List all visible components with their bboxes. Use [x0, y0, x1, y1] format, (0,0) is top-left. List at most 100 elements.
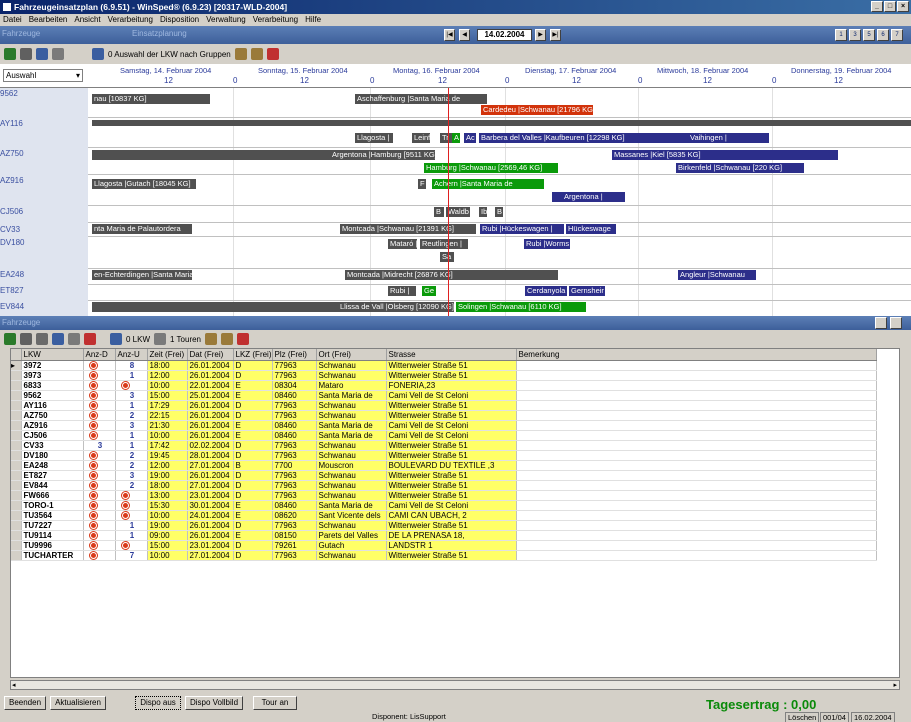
print-icon[interactable]	[20, 48, 32, 60]
lkw-cell[interactable]: TUCHARTER	[21, 550, 84, 561]
table-row[interactable]: EV844 2 18:00 27.01.2004 D 77963 Schwanau Witte…	[11, 480, 877, 491]
dat-cell[interactable]: 26.01.2004	[187, 370, 234, 381]
plz-cell[interactable]: 77963	[272, 400, 317, 411]
zeit-cell[interactable]: 10:00	[147, 510, 188, 521]
ort-cell[interactable]: Schwanau	[316, 440, 387, 451]
column-header[interactable]: Bemerkung	[516, 349, 877, 361]
strasse-cell[interactable]: Wittenweier Straße 51	[386, 370, 517, 381]
first-arrow-icon[interactable]: |◀	[444, 29, 455, 41]
list-icon[interactable]	[52, 48, 64, 60]
strasse-cell[interactable]: Cami Vell de St Celoni	[386, 430, 517, 441]
plz-cell[interactable]: 77963	[272, 360, 317, 371]
strasse-cell[interactable]: Wittenweier Straße 51	[386, 520, 517, 531]
anz-u-cell[interactable]	[115, 490, 148, 501]
anz-u-cell[interactable]: 2	[115, 450, 148, 461]
anz-u-cell[interactable]: 2	[115, 410, 148, 421]
minimize-button[interactable]: _	[871, 1, 883, 12]
ort-cell[interactable]: Schwanau	[316, 550, 387, 561]
refresh-icon[interactable]	[4, 333, 16, 345]
zeit-cell[interactable]: 15:30	[147, 500, 188, 511]
zeit-cell[interactable]: 10:00	[147, 430, 188, 441]
dat-cell[interactable]: 27.01.2004	[187, 480, 234, 491]
row-selector[interactable]	[11, 490, 22, 501]
anz-d-cell[interactable]	[83, 510, 116, 521]
column-header[interactable]: Strasse	[386, 349, 517, 361]
row-selector[interactable]	[11, 410, 22, 421]
dat-cell[interactable]: 26.01.2004	[187, 410, 234, 421]
table-row[interactable]: DV180 2 19:45 28.01.2004 D 77963 Schwanau Witte…	[11, 450, 877, 461]
table-row[interactable]: ET827 3 19:00 26.01.2004 D 77963 Schwanau Witte…	[11, 470, 877, 481]
tour-bar[interactable]: Vaihingen |	[635, 133, 769, 143]
vehicle-label[interactable]: DV180	[0, 238, 24, 247]
tour-bar[interactable]: Reutlingen |	[420, 239, 468, 249]
row-selector[interactable]	[11, 440, 22, 451]
last-arrow-icon[interactable]: ▶|	[550, 29, 561, 41]
touren-icon[interactable]	[154, 333, 167, 345]
tour-bar[interactable]: F	[418, 179, 426, 189]
lkw-cell[interactable]: CJ506	[21, 430, 84, 441]
tour-bar[interactable]	[92, 150, 337, 160]
anz-u-cell[interactable]: 7	[115, 550, 148, 561]
dat-cell[interactable]: 26.01.2004	[187, 360, 234, 371]
vehicle-label[interactable]: AY116	[0, 119, 23, 128]
row-selector[interactable]	[11, 430, 22, 441]
plz-cell[interactable]: 08150	[272, 530, 317, 541]
plz-cell[interactable]: 7700	[272, 460, 317, 471]
table-row[interactable]: CJ506 1 10:00 26.01.2004 E 08460 Santa Maria d…	[11, 430, 877, 441]
row-selector[interactable]	[11, 370, 22, 381]
anz-u-cell[interactable]: 2	[115, 480, 148, 491]
zeit-cell[interactable]: 15:00	[147, 540, 188, 551]
dat-cell[interactable]: 27.01.2004	[187, 550, 234, 561]
vehicle-label[interactable]: AZ750	[0, 149, 24, 158]
tour-bar[interactable]: B	[434, 207, 444, 217]
truck-icon[interactable]	[36, 48, 48, 60]
anz-d-cell[interactable]	[83, 390, 116, 401]
open-icon[interactable]	[36, 333, 48, 345]
tour-bar[interactable]: Gernsheir	[569, 286, 605, 296]
lkw-cell[interactable]: TU3564	[21, 510, 84, 521]
lkz-cell[interactable]: D	[233, 480, 273, 491]
lkw-cell[interactable]: 3972	[21, 360, 84, 371]
touren-tab[interactable]: 1 Touren	[170, 335, 201, 344]
lkw-tab[interactable]: 0 LKW	[126, 335, 150, 344]
tour-bar[interactable]: nau [10837 KG]	[92, 94, 210, 104]
ort-cell[interactable]: Schwanau	[316, 400, 387, 411]
strasse-cell[interactable]: FONERIA,23	[386, 380, 517, 391]
tour-bar[interactable]: Rubi |Worms	[524, 239, 570, 249]
lkz-cell[interactable]: D	[233, 540, 273, 551]
lkw-cell[interactable]: TU7227	[21, 520, 84, 531]
ort-cell[interactable]: Schwanau	[316, 410, 387, 421]
column-header[interactable]: LKZ (Frei)	[233, 349, 273, 361]
dat-cell[interactable]: 28.01.2004	[187, 450, 234, 461]
zeit-cell[interactable]: 19:45	[147, 450, 188, 461]
lkw-cell[interactable]: ET827	[21, 470, 84, 481]
row-selector[interactable]	[11, 550, 22, 561]
lkw-cell[interactable]: AZ750	[21, 410, 84, 421]
menu-hilfe[interactable]: Hilfe	[305, 14, 321, 26]
lkz-cell[interactable]: D	[233, 550, 273, 561]
bemerkung-cell[interactable]	[516, 360, 877, 371]
truck-icon[interactable]	[52, 333, 64, 345]
vehicle-label[interactable]: AZ916	[0, 176, 24, 185]
anz-d-cell[interactable]	[83, 380, 116, 391]
plz-cell[interactable]: 77963	[272, 370, 317, 381]
bemerkung-cell[interactable]	[516, 370, 877, 381]
dat-cell[interactable]: 02.02.2004	[187, 440, 234, 451]
table-row[interactable]: TUCHARTER 7 10:00 27.01.2004 D 77963 Schwanau W…	[11, 550, 877, 561]
anz-d-cell[interactable]	[83, 360, 116, 371]
lkz-cell[interactable]: D	[233, 450, 273, 461]
plz-cell[interactable]: 77963	[272, 470, 317, 481]
zeit-cell[interactable]: 10:00	[147, 380, 188, 391]
plz-cell[interactable]: 79261	[272, 540, 317, 551]
anz-d-cell[interactable]	[83, 450, 116, 461]
bemerkung-cell[interactable]	[516, 410, 877, 421]
dispo-vollbild-button[interactable]: Dispo Vollbild	[185, 696, 243, 710]
dat-cell[interactable]: 26.01.2004	[187, 420, 234, 431]
dat-cell[interactable]: 22.01.2004	[187, 380, 234, 391]
ort-cell[interactable]: Santa Maria de	[316, 500, 387, 511]
bemerkung-cell[interactable]	[516, 460, 877, 471]
aktualisieren-button[interactable]: Aktualisieren	[50, 696, 106, 710]
tour-bar[interactable]: Sa	[440, 252, 454, 262]
table-row[interactable]: AY116 1 17:29 26.01.2004 D 77963 Schwanau Witte…	[11, 400, 877, 411]
table-row[interactable]: ▸ 3972 8 18:00 26.01.2004 D 77963 Schwanau Witte…	[11, 360, 877, 371]
